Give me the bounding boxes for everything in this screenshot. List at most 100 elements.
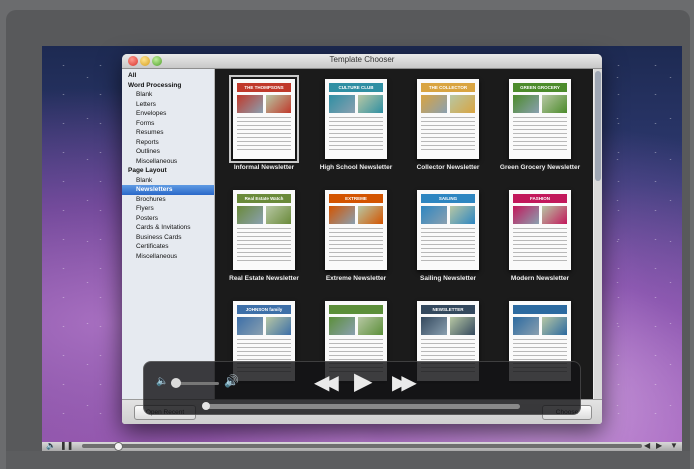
thumbnail-photo — [542, 95, 567, 113]
thumbnail-photo — [237, 206, 263, 224]
thumbnail-photo — [542, 206, 567, 224]
volume-knob[interactable] — [171, 378, 181, 388]
thumbnail-photo — [329, 95, 355, 113]
volume-low-icon[interactable]: 🔈 — [156, 376, 168, 387]
thumbnail-photo — [266, 317, 291, 335]
thumbnail-header-text: NEWSLETTER — [432, 307, 464, 312]
timeline-knob[interactable] — [114, 442, 123, 451]
template-thumbnail[interactable]: THE THOMPSONS — [229, 75, 299, 163]
step-forward-icon[interactable]: ▶ — [656, 441, 662, 450]
thumbnail-header: THE THOMPSONS — [237, 83, 291, 92]
playback-controls-hud: 🔈 🔊 ◀◀ ▶ ▶▶ — [143, 361, 581, 415]
sidebar-item-outlines[interactable]: Outlines — [122, 147, 214, 157]
sidebar-item-certificates[interactable]: Certificates — [122, 242, 214, 252]
template-thumbnail[interactable]: CULTURE CLUB — [325, 79, 387, 159]
hud-scrubber-knob[interactable] — [202, 402, 210, 410]
template-caption[interactable]: High School Newsletter — [306, 164, 406, 171]
thumbnail-text-lines — [421, 117, 475, 153]
thumbnail-header: JOHNSON family — [237, 305, 291, 314]
template-thumbnail[interactable]: FASHION — [509, 190, 571, 270]
thumbnail-header: CULTURE CLUB — [329, 83, 383, 92]
sidebar-item-letters[interactable]: Letters — [122, 100, 214, 110]
thumbnail-text-lines — [513, 117, 567, 153]
thumbnail-photo — [237, 317, 263, 335]
thumbnail-header-text: THE THOMPSONS — [244, 85, 284, 90]
thumbnail-text-lines — [329, 117, 383, 153]
sidebar-item-flyers[interactable]: Flyers — [122, 204, 214, 214]
thumbnail-header-text: SAILING — [438, 196, 458, 201]
template-caption[interactable]: Green Grocery Newsletter — [490, 164, 590, 171]
pause-icon[interactable]: ❚❚ — [60, 441, 73, 450]
sidebar-item-reports[interactable]: Reports — [122, 138, 214, 148]
sidebar-item-all[interactable]: All — [122, 71, 214, 81]
thumbnail-header-text: JOHNSON family — [245, 307, 283, 312]
thumbnail-header — [513, 305, 567, 314]
thumbnail-header-text: Real Estate Watch — [244, 196, 284, 201]
thumbnail-photo — [358, 317, 383, 335]
sidebar-item-word-processing[interactable]: Word Processing — [122, 81, 214, 91]
thumbnail-photo — [421, 317, 447, 335]
fast-forward-icon[interactable]: ▶▶ — [392, 370, 417, 395]
thumbnail-photo — [450, 95, 475, 113]
timeline-track[interactable] — [82, 444, 642, 448]
sidebar-item-blank[interactable]: Blank — [122, 90, 214, 100]
thumbnail-header: Real Estate Watch — [237, 194, 291, 203]
thumbnail-photo — [329, 206, 355, 224]
sidebar-item-resumes[interactable]: Resumes — [122, 128, 214, 138]
thumbnail-text-lines — [329, 228, 383, 264]
play-icon[interactable]: ▶ — [354, 367, 372, 396]
thumbnail-photo — [513, 95, 539, 113]
template-caption[interactable]: Sailing Newsletter — [398, 275, 498, 282]
thumbnail-header-text: THE COLLECTOR — [428, 85, 468, 90]
menu-chevron-icon[interactable]: ▼ — [670, 441, 678, 450]
template-thumbnail[interactable]: THE COLLECTOR — [417, 79, 479, 159]
thumbnail-photo — [266, 206, 291, 224]
template-caption[interactable]: Modern Newsletter — [490, 275, 590, 282]
volume-high-icon[interactable]: 🔊 — [224, 374, 239, 388]
thumbnail-header-text: CULTURE CLUB — [338, 85, 374, 90]
thumbnail-header: FASHION — [513, 194, 567, 203]
thumbnail-header-text: EXTREME — [345, 196, 367, 201]
thumbnail-photo — [513, 206, 539, 224]
thumbnail-photo — [450, 206, 475, 224]
template-caption[interactable]: Collector Newsletter — [398, 164, 498, 171]
thumbnail-header: GREEN GROCERY — [513, 83, 567, 92]
title-bar[interactable]: Template Chooser — [122, 54, 602, 69]
template-thumbnail[interactable]: EXTREME — [325, 190, 387, 270]
thumbnail-photo — [358, 206, 383, 224]
thumbnail-header: SAILING — [421, 194, 475, 203]
template-caption[interactable]: Real Estate Newsletter — [214, 275, 314, 282]
template-category-list: All Word Processing Blank Letters Envelopes F… — [122, 69, 215, 401]
sidebar-item-business-cards[interactable]: Business Cards — [122, 233, 214, 243]
sidebar-item-blank[interactable]: Blank — [122, 176, 214, 186]
thumbnail-text-lines — [237, 117, 291, 153]
template-caption[interactable]: Extreme Newsletter — [306, 275, 406, 282]
sidebar-item-posters[interactable]: Posters — [122, 214, 214, 224]
thumbnail-photo — [450, 317, 475, 335]
template-thumbnail[interactable]: GREEN GROCERY — [509, 79, 571, 159]
sidebar-item-page-layout[interactable]: Page Layout — [122, 166, 214, 176]
sidebar-item-miscellaneous[interactable]: Miscellaneous — [122, 157, 214, 167]
template-thumbnail[interactable]: SAILING — [417, 190, 479, 270]
hud-scrubber[interactable] — [204, 404, 520, 409]
template-caption[interactable]: Informal Newsletter — [214, 164, 314, 171]
thumbnail-photo — [421, 95, 447, 113]
template-gallery: THE THOMPSONS Informal Newsletter CULTURE … — [215, 69, 593, 399]
thumbnail-header-text: FASHION — [529, 196, 550, 201]
thumbnail-header-text: GREEN GROCERY — [520, 85, 560, 90]
thumbnail-photo — [237, 95, 263, 113]
sidebar-item-brochures[interactable]: Brochures — [122, 195, 214, 205]
sidebar-item-forms[interactable]: Forms — [122, 119, 214, 129]
thumbnail-header: THE COLLECTOR — [421, 83, 475, 92]
thumbnail-text-lines — [237, 228, 291, 264]
template-thumbnail[interactable]: Real Estate Watch — [233, 190, 295, 270]
sidebar-item-cards-invitations[interactable]: Cards & Invitations — [122, 223, 214, 233]
sidebar-item-miscellaneous[interactable]: Miscellaneous — [122, 252, 214, 262]
sidebar-item-envelopes[interactable]: Envelopes — [122, 109, 214, 119]
scrollbar-thumb[interactable] — [595, 71, 601, 181]
rewind-icon[interactable]: ◀◀ — [314, 370, 339, 395]
sidebar-item-newsletters[interactable]: Newsletters — [122, 185, 214, 195]
step-back-icon[interactable]: ◀ — [644, 441, 650, 450]
gallery-scrollbar[interactable] — [594, 69, 602, 399]
volume-icon[interactable]: 🔈 — [46, 441, 56, 450]
